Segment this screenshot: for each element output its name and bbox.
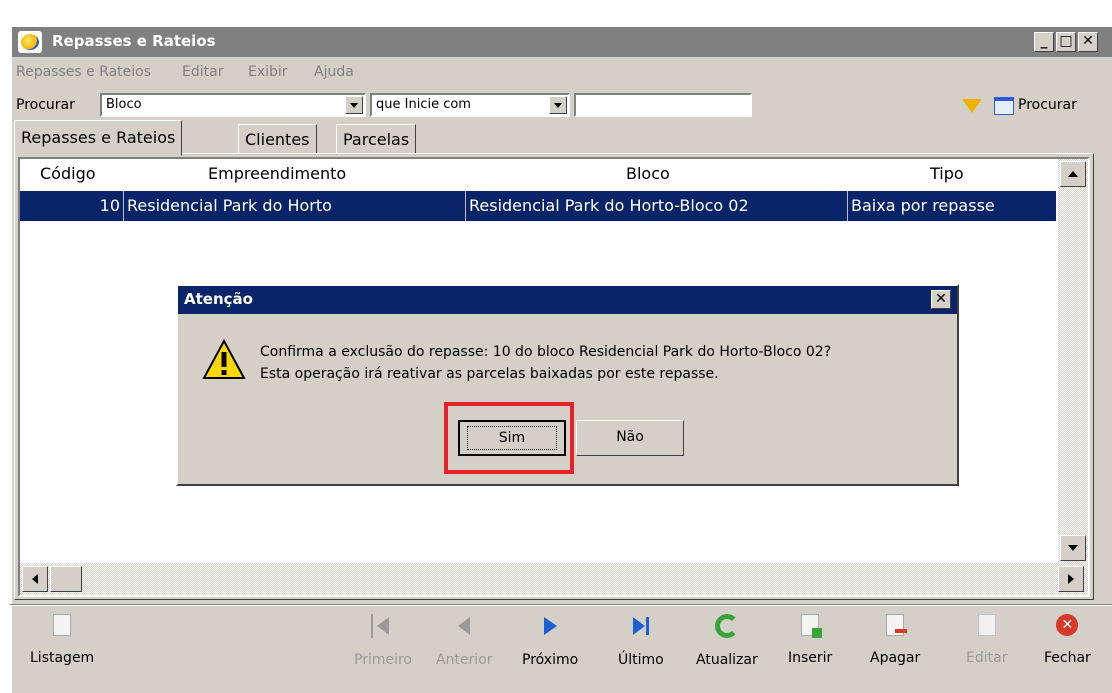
highlight-box bbox=[444, 402, 574, 474]
next-icon bbox=[538, 614, 562, 638]
toolbar-divider bbox=[10, 604, 1112, 606]
cell-codigo: 10 bbox=[20, 191, 124, 221]
apagar-label: Apagar bbox=[870, 650, 921, 666]
fechar-label: Fechar bbox=[1044, 650, 1091, 666]
listagem-button[interactable]: Listagem bbox=[30, 614, 94, 666]
primeiro-button[interactable]: Primeiro bbox=[354, 614, 412, 668]
inserir-button[interactable]: Inserir bbox=[788, 614, 832, 666]
close-window-button[interactable]: ✕ bbox=[1078, 32, 1098, 52]
proximo-label: Próximo bbox=[522, 652, 579, 668]
editar-button[interactable]: Editar bbox=[966, 614, 1007, 666]
listagem-label: Listagem bbox=[30, 650, 95, 666]
tab-repasses[interactable]: Repasses e Rateios bbox=[14, 120, 183, 156]
document-icon bbox=[53, 614, 72, 636]
last-record-icon bbox=[629, 614, 653, 638]
menu-ajuda[interactable]: Ajuda bbox=[314, 64, 354, 80]
dialog-message-line1: Confirma a exclusão do repasse: 10 do bl… bbox=[260, 344, 832, 360]
column-empreendimento[interactable]: Empreendimento bbox=[208, 164, 346, 183]
warning-icon bbox=[202, 338, 246, 379]
menu-repasses[interactable]: Repasses e Rateios bbox=[16, 64, 151, 80]
anterior-button[interactable]: Anterior bbox=[436, 614, 493, 668]
dialog-close-button[interactable]: ✕ bbox=[931, 290, 951, 309]
previous-icon bbox=[452, 614, 476, 638]
search-label: Procurar bbox=[16, 97, 75, 113]
scroll-thumb[interactable] bbox=[50, 566, 82, 592]
menu-exibir[interactable]: Exibir bbox=[248, 64, 288, 80]
dialog-title: Atenção bbox=[178, 286, 957, 314]
ultimo-label: Último bbox=[618, 652, 664, 668]
refresh-icon bbox=[714, 614, 739, 638]
chevron-down-icon[interactable] bbox=[549, 96, 567, 114]
tab-clientes[interactable]: Clientes bbox=[238, 124, 317, 154]
horizontal-scrollbar[interactable] bbox=[20, 563, 1088, 595]
cell-empreendimento: Residencial Park do Horto bbox=[124, 191, 466, 221]
first-record-icon bbox=[371, 614, 395, 638]
table-row[interactable]: 10 Residencial Park do Horto Residencial… bbox=[20, 191, 1060, 221]
atualizar-label: Atualizar bbox=[696, 652, 758, 668]
atualizar-button[interactable]: Atualizar bbox=[696, 614, 758, 668]
no-button[interactable]: Não bbox=[576, 420, 684, 456]
menu-editar[interactable]: Editar bbox=[182, 64, 223, 80]
search-field-value: Bloco bbox=[106, 97, 142, 112]
tab-parcelas[interactable]: Parcelas bbox=[336, 124, 417, 154]
column-codigo[interactable]: Código bbox=[40, 164, 96, 183]
dialog-message-line2: Esta operação irá reativar as parcelas b… bbox=[260, 366, 719, 382]
proximo-button[interactable]: Próximo bbox=[522, 614, 578, 668]
anterior-label: Anterior bbox=[436, 652, 493, 668]
fechar-button[interactable]: ✕ Fechar bbox=[1044, 614, 1091, 666]
search-text-input[interactable] bbox=[574, 93, 752, 117]
title-bar: Repasses e Rateios _ □ ✕ bbox=[12, 27, 1112, 57]
grid-header: Código Empreendimento Bloco Tipo bbox=[20, 159, 1056, 193]
chevron-down-icon[interactable] bbox=[345, 96, 363, 114]
search-condition-select[interactable]: que Inicie com bbox=[370, 93, 570, 117]
delete-document-icon bbox=[886, 614, 908, 636]
scroll-down-button[interactable] bbox=[1060, 535, 1086, 561]
search-window-icon[interactable] bbox=[994, 97, 1014, 115]
cell-tipo: Baixa por repasse bbox=[848, 191, 1060, 221]
minimize-button[interactable]: _ bbox=[1034, 32, 1054, 52]
search-field-select[interactable]: Bloco bbox=[100, 93, 366, 117]
vertical-scrollbar[interactable] bbox=[1058, 159, 1088, 563]
add-document-icon bbox=[801, 614, 823, 638]
search-button[interactable]: Procurar bbox=[1018, 97, 1077, 113]
scroll-right-button[interactable] bbox=[1058, 566, 1084, 592]
search-condition-value: que Inicie com bbox=[376, 97, 471, 112]
maximize-button[interactable]: □ bbox=[1056, 32, 1076, 52]
apagar-button[interactable]: Apagar bbox=[870, 614, 920, 666]
menu-bar: Repasses e Rateios Editar Exibir Ajuda bbox=[12, 60, 1112, 84]
app-icon bbox=[18, 31, 42, 53]
scroll-up-button[interactable] bbox=[1060, 161, 1086, 187]
editar-label: Editar bbox=[966, 650, 1008, 666]
window-title: Repasses e Rateios bbox=[52, 32, 216, 50]
close-icon: ✕ bbox=[1056, 614, 1079, 636]
search-row: Procurar Bloco que Inicie com Procurar bbox=[12, 87, 1112, 121]
cell-bloco: Residencial Park do Horto-Bloco 02 bbox=[466, 191, 848, 221]
ultimo-button[interactable]: Último bbox=[618, 614, 664, 668]
filter-icon[interactable] bbox=[962, 99, 982, 113]
column-bloco[interactable]: Bloco bbox=[626, 164, 670, 183]
column-tipo[interactable]: Tipo bbox=[930, 164, 964, 183]
edit-document-icon bbox=[977, 614, 996, 636]
primeiro-label: Primeiro bbox=[354, 652, 412, 668]
inserir-label: Inserir bbox=[788, 650, 833, 666]
scroll-left-button[interactable] bbox=[22, 566, 48, 592]
